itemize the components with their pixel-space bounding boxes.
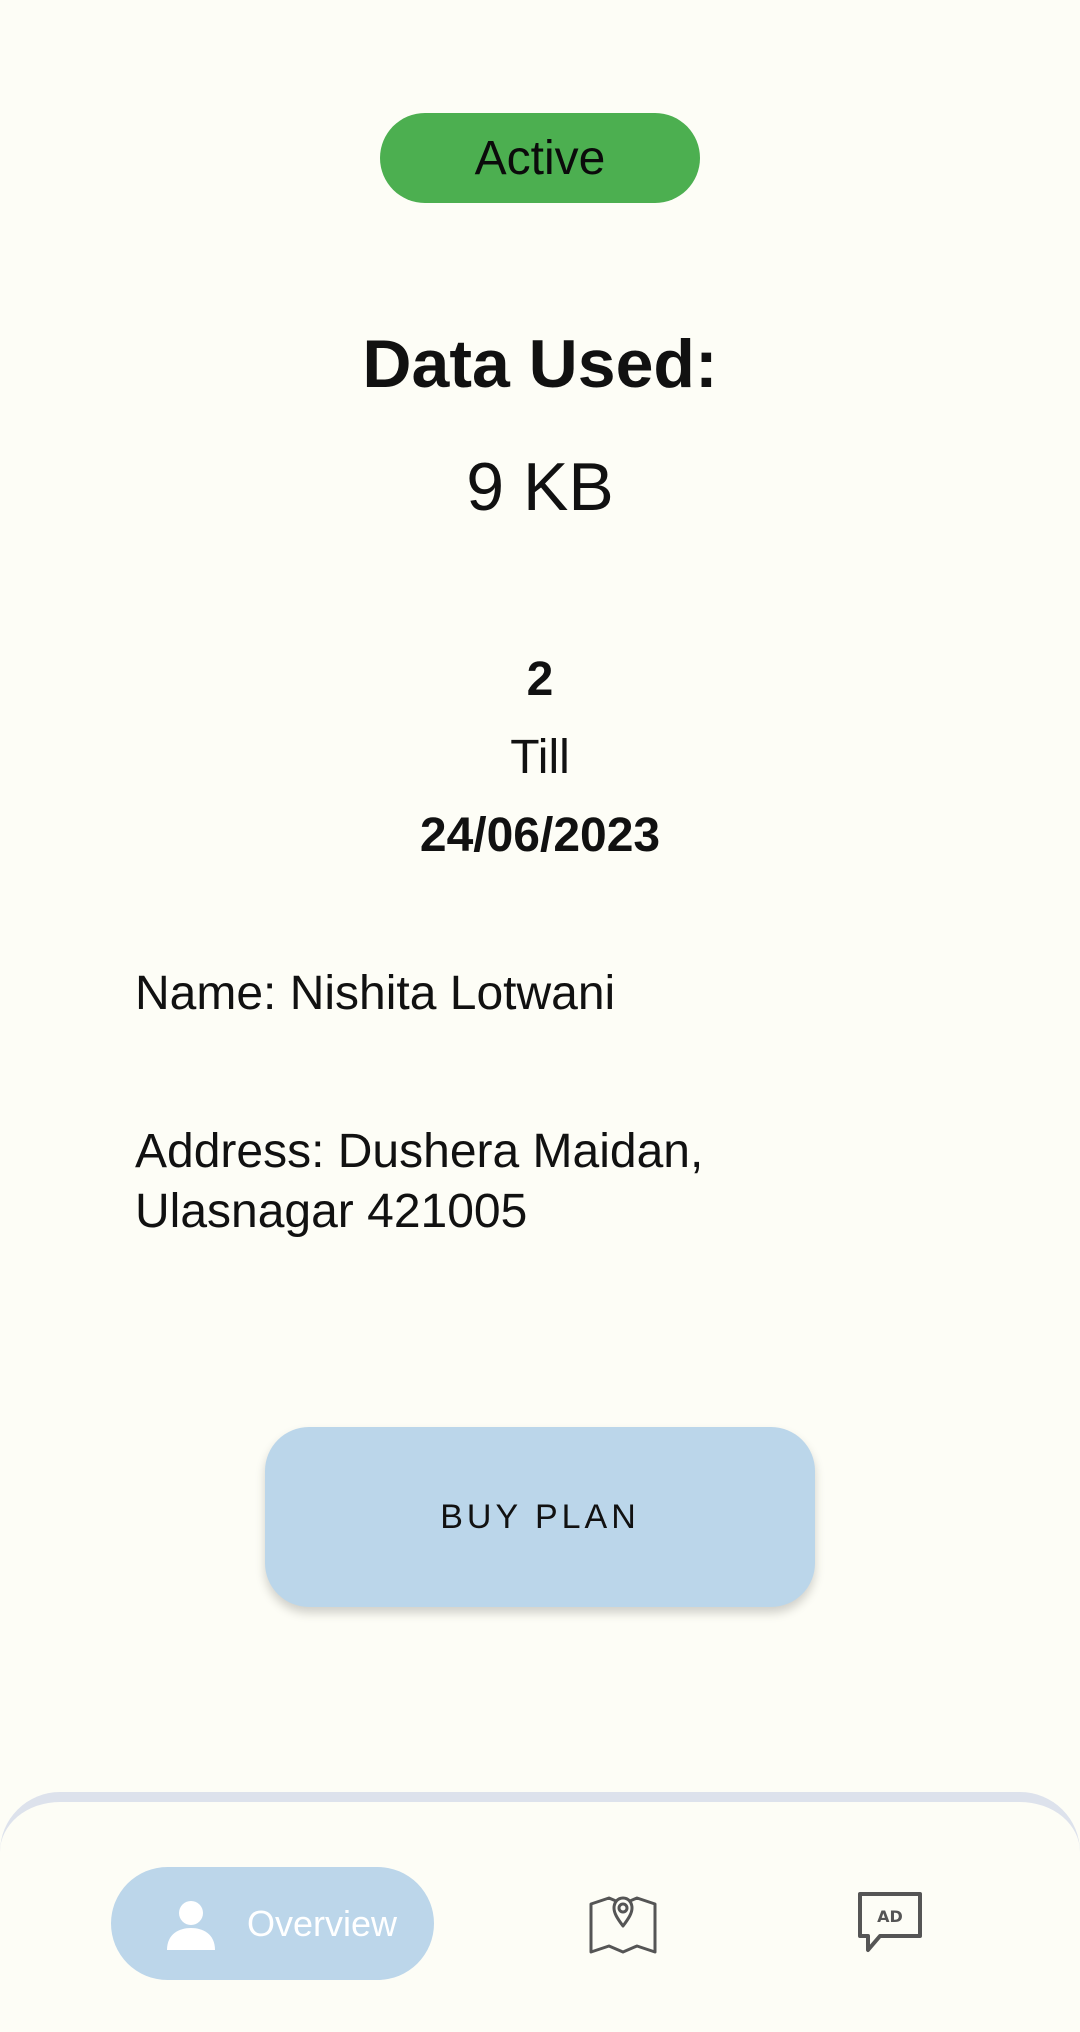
status-label: Active — [474, 131, 606, 185]
nav-item-ads[interactable]: AD — [850, 1884, 930, 1964]
buy-plan-label: BUY PLAN — [440, 1497, 640, 1536]
person-icon — [161, 1894, 221, 1954]
nav-item-map[interactable] — [583, 1884, 663, 1964]
bottom-navigation: Overview AD — [0, 1792, 1080, 2032]
till-label: Till — [510, 731, 570, 784]
nav-label-overview: Overview — [247, 1902, 398, 1944]
nav-item-overview[interactable]: Overview — [111, 1867, 434, 1980]
map-pin-icon — [587, 1886, 659, 1963]
ad-chat-icon: AD — [854, 1886, 926, 1963]
svg-text:AD: AD — [877, 1907, 903, 1926]
till-date: 24/06/2023 — [419, 809, 661, 862]
plan-number: 2 — [526, 653, 554, 706]
user-address: Address: Dushera Maidan, Ulasnagar 42100… — [135, 1125, 704, 1238]
data-used-value: 9 KB — [466, 449, 614, 525]
buy-plan-button[interactable]: BUY PLAN — [265, 1427, 815, 1607]
user-name: Name: Nishita Lotwani — [135, 967, 616, 1020]
data-used-title: Data Used: — [362, 326, 718, 402]
status-badge: Active — [380, 113, 700, 203]
